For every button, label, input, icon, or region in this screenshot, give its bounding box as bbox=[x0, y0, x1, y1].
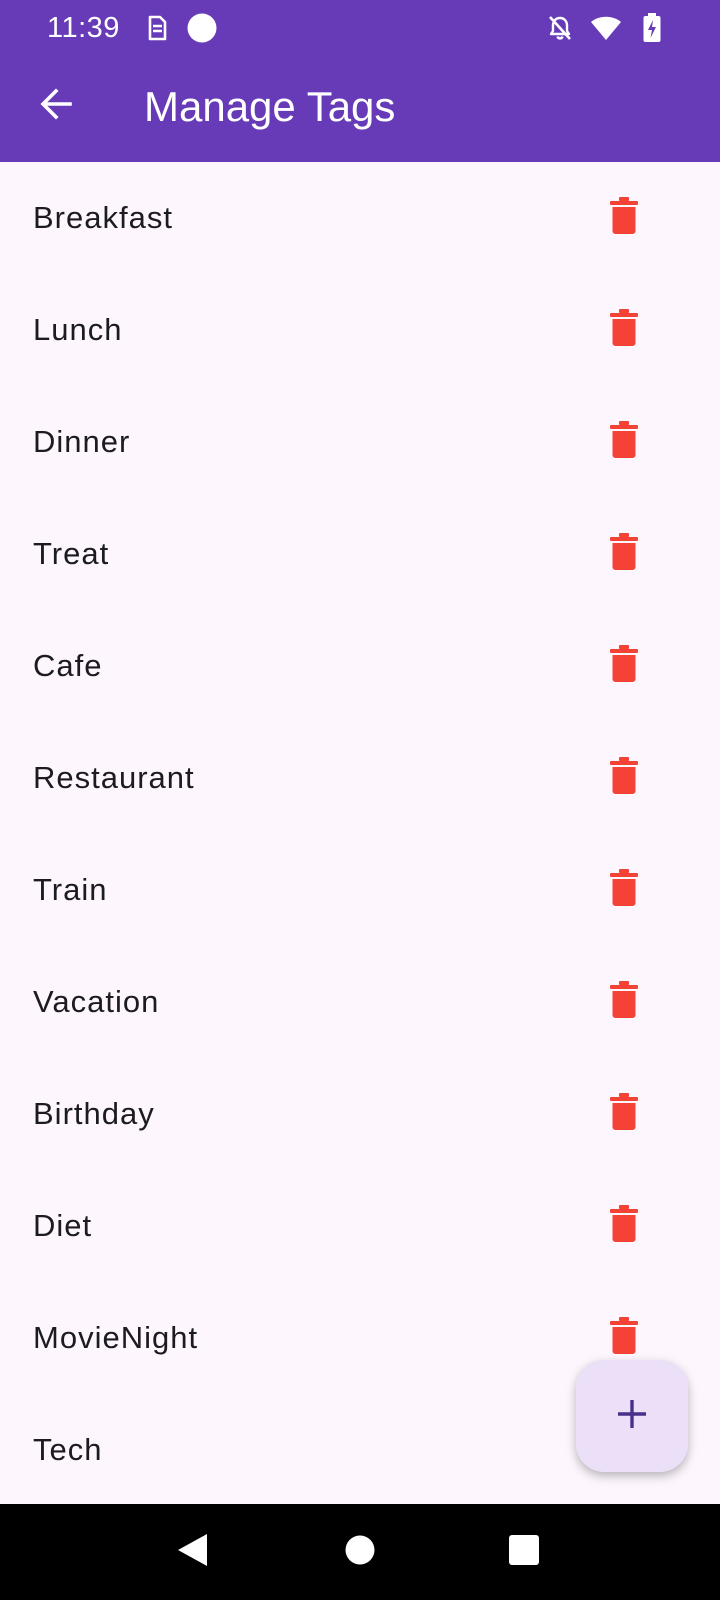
status-left-icons bbox=[140, 12, 218, 44]
tag-label: Restaurant bbox=[33, 760, 195, 795]
tag-label: Train bbox=[33, 872, 108, 907]
sim-card-icon bbox=[140, 12, 172, 44]
battery-charging-icon bbox=[636, 12, 668, 44]
delete-tag-button[interactable] bbox=[596, 302, 652, 358]
trash-icon bbox=[609, 420, 639, 464]
arrow-back-icon bbox=[38, 86, 74, 127]
tag-label: Vacation bbox=[33, 984, 160, 1019]
trash-icon bbox=[609, 644, 639, 688]
tag-label: Tech bbox=[33, 1432, 103, 1467]
delete-tag-button[interactable] bbox=[596, 1310, 652, 1366]
trash-icon bbox=[609, 980, 639, 1024]
delete-tag-button[interactable] bbox=[596, 862, 652, 918]
tag-row[interactable]: Treat bbox=[0, 498, 720, 610]
tag-row[interactable]: Restaurant bbox=[0, 722, 720, 834]
trash-icon bbox=[609, 1316, 639, 1360]
nav-back-button[interactable] bbox=[162, 1522, 222, 1582]
back-triangle-icon bbox=[175, 1532, 209, 1573]
tag-label: Dinner bbox=[33, 424, 131, 459]
tag-label: Birthday bbox=[33, 1096, 155, 1131]
trash-icon bbox=[609, 308, 639, 352]
tag-list: Breakfast Lunch Dinner Treat Cafe Restaurant T… bbox=[0, 162, 720, 1504]
page-title: Manage Tags bbox=[144, 83, 396, 130]
delete-tag-button[interactable] bbox=[596, 1198, 652, 1254]
tag-row[interactable]: Train bbox=[0, 834, 720, 946]
nav-home-button[interactable] bbox=[330, 1522, 390, 1582]
tag-row[interactable]: Birthday bbox=[0, 1058, 720, 1170]
tag-row[interactable]: Vacation bbox=[0, 946, 720, 1058]
trash-icon bbox=[609, 1204, 639, 1248]
tag-row[interactable]: Dinner bbox=[0, 386, 720, 498]
trash-icon bbox=[609, 196, 639, 240]
add-tag-button[interactable] bbox=[576, 1360, 688, 1472]
wifi-icon bbox=[590, 12, 622, 44]
home-circle-icon bbox=[344, 1534, 376, 1571]
manage-tags-screen: 11:39 Manage Tags Breakfast Lunch Dinner… bbox=[0, 0, 720, 1600]
delete-tag-button[interactable] bbox=[596, 1086, 652, 1142]
delete-tag-button[interactable] bbox=[596, 526, 652, 582]
navigation-bar bbox=[0, 1504, 720, 1600]
tag-row[interactable]: Diet bbox=[0, 1170, 720, 1282]
status-right-icons bbox=[544, 12, 668, 44]
back-button[interactable] bbox=[28, 78, 84, 134]
app-bar: Manage Tags bbox=[0, 56, 720, 162]
delete-tag-button[interactable] bbox=[596, 750, 652, 806]
status-bar: 11:39 bbox=[0, 0, 720, 56]
tag-label: Cafe bbox=[33, 648, 103, 683]
tag-row[interactable]: Breakfast bbox=[0, 162, 720, 274]
tag-label: Breakfast bbox=[33, 200, 173, 235]
recents-square-icon bbox=[508, 1534, 540, 1571]
delete-tag-button[interactable] bbox=[596, 190, 652, 246]
tag-row[interactable]: Cafe bbox=[0, 610, 720, 722]
trash-icon bbox=[609, 532, 639, 576]
tag-row[interactable]: Lunch bbox=[0, 274, 720, 386]
trash-icon bbox=[609, 868, 639, 912]
add-icon bbox=[615, 1397, 649, 1436]
delete-tag-button[interactable] bbox=[596, 414, 652, 470]
record-dot-icon bbox=[186, 12, 218, 44]
tag-label: MovieNight bbox=[33, 1320, 199, 1355]
delete-tag-button[interactable] bbox=[596, 638, 652, 694]
tag-label: Treat bbox=[33, 536, 110, 571]
tag-label: Diet bbox=[33, 1208, 93, 1243]
notifications-off-icon bbox=[544, 12, 576, 44]
trash-icon bbox=[609, 1092, 639, 1136]
top-header: 11:39 Manage Tags bbox=[0, 0, 720, 162]
status-time: 11:39 bbox=[47, 12, 120, 44]
delete-tag-button[interactable] bbox=[596, 974, 652, 1030]
trash-icon bbox=[609, 756, 639, 800]
nav-recents-button[interactable] bbox=[494, 1522, 554, 1582]
tag-label: Lunch bbox=[33, 312, 123, 347]
